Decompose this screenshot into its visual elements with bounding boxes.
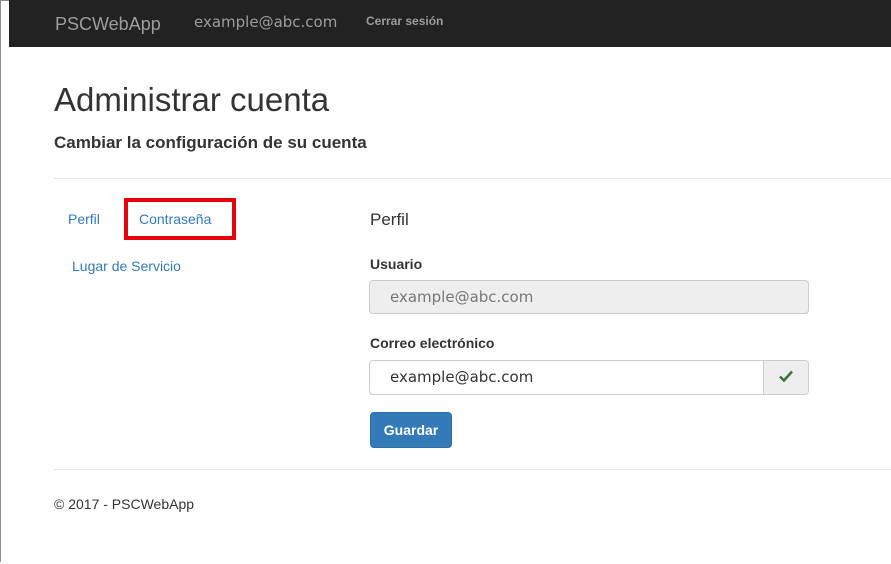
username-input[interactable]: example@abc.com	[369, 280, 809, 314]
checkmark-icon	[779, 369, 793, 387]
brand-link[interactable]: PSCWebApp	[55, 14, 161, 35]
sidebar-item-perfil[interactable]: Perfil	[68, 211, 100, 227]
footer-copyright: © 2017 - PSCWebApp	[54, 496, 195, 512]
footer-divider	[54, 469, 891, 470]
email-valid-addon	[763, 361, 808, 394]
sidebar-item-lugar-de-servicio[interactable]: Lugar de Servicio	[72, 258, 181, 274]
email-input-group: example@abc.com	[369, 360, 809, 395]
section-title: Perfil	[370, 210, 409, 229]
page-title: Administrar cuenta	[54, 81, 330, 118]
email-label: Correo electrónico	[370, 335, 495, 351]
top-navbar: PSCWebApp example@abc.com Cerrar sesión	[9, 0, 891, 47]
username-label: Usuario	[370, 256, 423, 272]
save-button[interactable]: Guardar	[370, 412, 452, 448]
user-email-link[interactable]: example@abc.com	[194, 13, 337, 31]
page-subtitle: Cambiar la configuración de su cuenta	[54, 133, 367, 152]
highlight-annotation-box	[124, 198, 236, 240]
header-divider	[54, 178, 891, 179]
logout-link[interactable]: Cerrar sesión	[366, 14, 443, 28]
email-input[interactable]: example@abc.com	[370, 361, 763, 394]
